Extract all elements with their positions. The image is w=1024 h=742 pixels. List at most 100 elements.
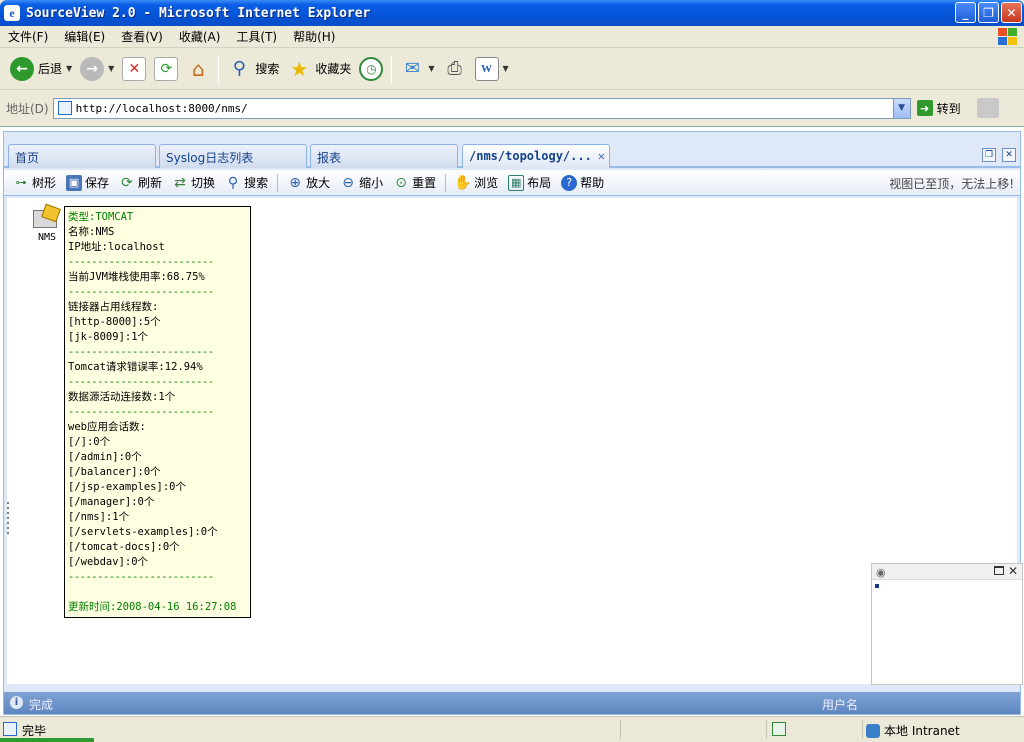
go-button[interactable]: ➜ 转到 <box>916 100 961 117</box>
reset-button[interactable]: ⊙ 重置 <box>388 172 441 194</box>
layout-button[interactable]: ▦ 布局 <box>503 172 556 194</box>
tooltip-separator: ------------------------- <box>68 571 214 583</box>
address-bar: 地址(D) http://localhost:8000/nms/ ▼ ➜ 转到 <box>0 91 1024 125</box>
tab-label: /nms/topology/... <box>469 149 592 163</box>
zoom-in-icon: ⊕ <box>289 174 301 191</box>
go-label: 转到 <box>936 101 961 116</box>
tooltip-session: [/jsp-examples]:0个 <box>68 481 186 493</box>
history-icon: ◷ <box>359 56 384 81</box>
address-input[interactable]: http://localhost:8000/nms/ ▼ <box>52 97 911 119</box>
overview-viewport-marker[interactable] <box>875 584 879 588</box>
resize-handle[interactable] <box>7 502 10 538</box>
browse-label: 浏览 <box>474 176 499 190</box>
refresh-icon: ⟳ <box>121 174 133 191</box>
search-button[interactable]: ⚲ 搜索 <box>220 172 273 194</box>
address-url[interactable]: http://localhost:8000/nms/ <box>76 102 248 115</box>
home-button[interactable]: ⌂ <box>182 52 214 86</box>
help-button[interactable]: ? 帮助 <box>556 172 609 194</box>
layout-icon: ▦ <box>508 174 525 191</box>
taskbar-strip <box>0 738 94 742</box>
forward-arrow-icon: → <box>80 56 105 81</box>
chevron-down-icon[interactable]: ▼ <box>66 64 72 73</box>
node-tooltip: 类型:TOMCAT 名称:NMS IP地址:localhost --------… <box>64 206 251 618</box>
zoom-out-button[interactable]: ⊖ 缩小 <box>335 172 388 194</box>
home-icon: ⌂ <box>191 56 205 81</box>
ie-toolbar: ← 后退 ▼ → ▼ ✕ ⟳ ⌂ ⚲ 搜索 ★ 收藏夹 ◷ ✉ ▼ ⎙ W ▼ <box>0 48 1024 90</box>
tab-syslog[interactable]: Syslog日志列表 <box>159 144 307 168</box>
switch-icon: ⇄ <box>174 174 186 191</box>
history-button[interactable]: ◷ <box>355 52 387 86</box>
tooltip-session: [/balancer]:0个 <box>68 466 161 478</box>
close-icon[interactable]: ✕ <box>1008 564 1018 578</box>
reset-label: 重置 <box>412 176 437 190</box>
restore-button[interactable]: ❐ <box>978 2 999 23</box>
search-button[interactable]: ⚲ 搜索 <box>223 52 283 86</box>
back-label: 后退 <box>38 62 63 76</box>
switch-button[interactable]: ⇄ 切换 <box>167 172 220 194</box>
tree-button[interactable]: ⊶ 树形 <box>8 172 61 194</box>
help-icon: ? <box>561 174 578 191</box>
tooltip-session: [/servlets-examples]:0个 <box>68 526 218 538</box>
chevron-down-icon[interactable]: ▼ <box>892 98 910 118</box>
status-divider <box>862 720 863 739</box>
tooltip-separator: ------------------------- <box>68 256 214 268</box>
overview-panel[interactable]: ◉ ✕ <box>871 563 1023 685</box>
tooltip-separator: ------------------------- <box>68 286 214 298</box>
menu-tools[interactable]: 工具(T) <box>228 28 285 45</box>
tab-topology[interactable]: /nms/topology/... ✕ <box>462 144 610 168</box>
close-button[interactable]: ✕ <box>1001 2 1022 23</box>
chevron-down-icon[interactable]: ▼ <box>108 64 114 73</box>
tab-home[interactable]: 首页 <box>8 144 156 168</box>
ie-icon: e <box>4 5 20 21</box>
window-title: SourceView 2.0 - Microsoft Internet Expl… <box>26 5 371 21</box>
tooltip-session: [/tomcat-docs]:0个 <box>68 541 180 553</box>
forward-button[interactable]: → ▼ <box>76 52 118 86</box>
tooltip-session: [/nms]:1个 <box>68 511 130 523</box>
menu-help[interactable]: 帮助(H) <box>285 28 343 45</box>
refresh-button[interactable]: ⟳ <box>150 52 182 86</box>
topology-canvas[interactable]: NMS 类型:TOMCAT 名称:NMS IP地址:localhost ----… <box>7 198 1023 685</box>
favorites-label: 收藏夹 <box>315 62 352 76</box>
tooltip-session: [/manager]:0个 <box>68 496 155 508</box>
menu-file[interactable]: 文件(F) <box>0 28 56 45</box>
zoom-out-label: 缩小 <box>359 176 384 190</box>
chevron-down-icon[interactable]: ▼ <box>428 64 434 73</box>
edit-button[interactable]: W ▼ <box>471 52 513 86</box>
zoom-in-button[interactable]: ⊕ 放大 <box>282 172 335 194</box>
menu-favorites[interactable]: 收藏(A) <box>171 28 229 45</box>
tooltip-sessions-title: web应用会话数: <box>68 421 146 433</box>
save-label: 保存 <box>85 176 110 190</box>
back-button[interactable]: ← 后退 ▼ <box>6 52 76 86</box>
tab-report[interactable]: 报表 <box>310 144 458 168</box>
close-icon[interactable]: ✕ <box>1002 148 1016 162</box>
app-status-bar: i 完成 用户名 <box>4 692 1020 714</box>
save-button[interactable]: ▣ 保存 <box>61 172 114 194</box>
refresh-button[interactable]: ⟳ 刷新 <box>114 172 167 194</box>
tooltip-separator: ------------------------- <box>68 346 214 358</box>
maximize-icon[interactable] <box>994 566 1004 575</box>
minimize-button[interactable]: _ <box>955 2 976 23</box>
zoom-in-label: 放大 <box>306 176 331 190</box>
tooltip-connector: [http-8000]:5个 <box>68 316 161 328</box>
stop-button[interactable]: ✕ <box>118 52 150 86</box>
topology-node[interactable]: NMS <box>29 203 65 243</box>
mail-button[interactable]: ✉ ▼ <box>396 52 438 86</box>
server-icon <box>31 203 63 232</box>
favorites-button[interactable]: ★ 收藏夹 <box>283 52 355 86</box>
menu-edit[interactable]: 编辑(E) <box>56 28 113 45</box>
tab-label: Syslog日志列表 <box>166 151 254 165</box>
links-icon[interactable] <box>976 98 999 118</box>
toolbar-separator <box>218 54 220 83</box>
node-label: NMS <box>37 232 57 243</box>
print-button[interactable]: ⎙ <box>439 52 471 86</box>
app-frame: 首页 Syslog日志列表 报表 /nms/topology/... ✕ ❐ ✕… <box>3 131 1023 715</box>
back-arrow-icon: ← <box>10 56 34 81</box>
chevron-down-icon[interactable]: ▼ <box>503 64 509 73</box>
tooltip-session: [/webdav]:0个 <box>68 556 149 568</box>
close-icon[interactable]: ✕ <box>598 149 605 163</box>
restore-icon[interactable]: ❐ <box>982 148 996 162</box>
tooltip-datasource: 数据源活动连接数:1个 <box>68 391 176 403</box>
refresh-label: 刷新 <box>138 176 163 190</box>
menu-view[interactable]: 查看(V) <box>113 28 171 45</box>
browse-button[interactable]: ✋ 浏览 <box>450 172 503 194</box>
